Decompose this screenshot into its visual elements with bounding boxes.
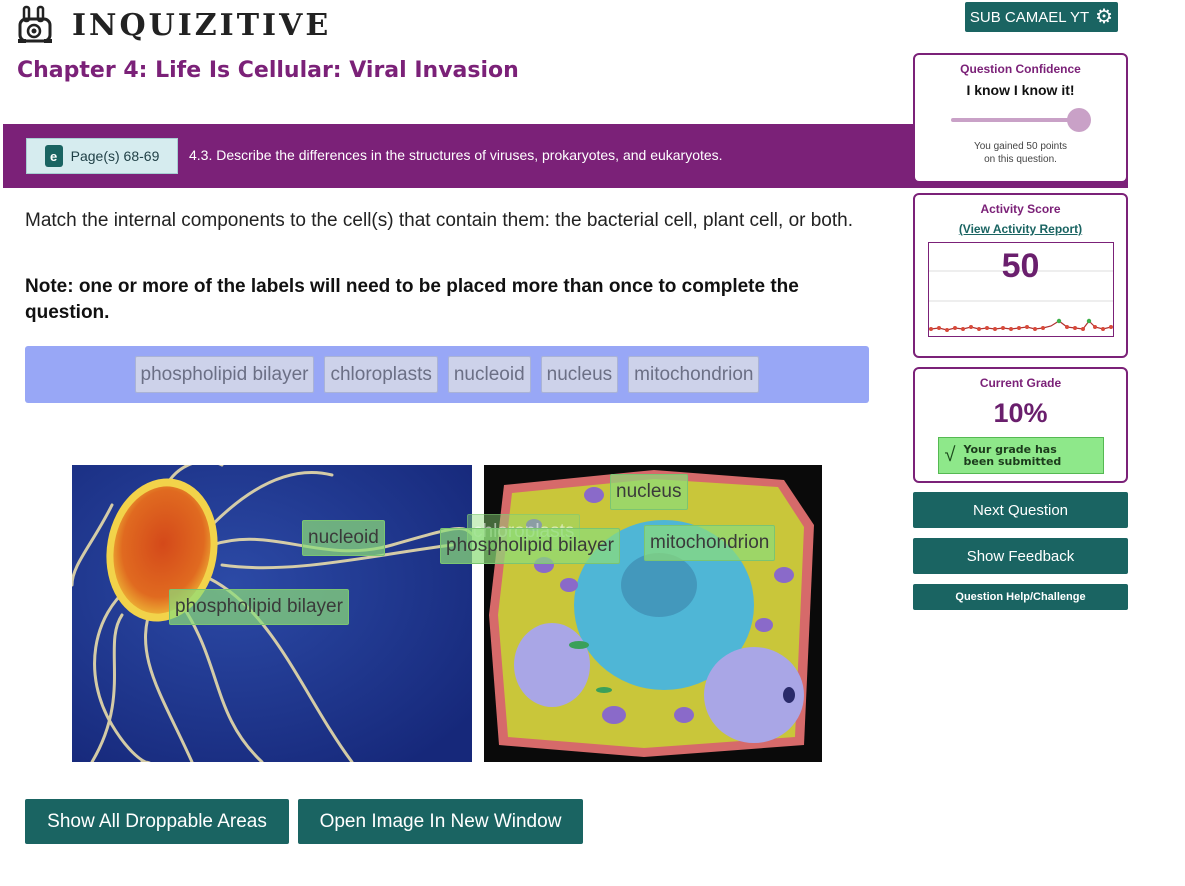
question-confidence-panel: Question Confidence I know I know it! Yo…	[913, 53, 1128, 183]
confidence-message: You gained 50 points on this question.	[915, 140, 1126, 166]
bank-label-chloroplasts[interactable]: chloroplasts	[324, 356, 438, 393]
gear-icon: ⚙	[1095, 6, 1114, 28]
mascot-icon	[18, 5, 52, 43]
submitted-text: Your grade has been submitted	[963, 442, 1062, 468]
ebook-icon: e	[44, 145, 63, 167]
confidence-value: I know I know it!	[966, 82, 1075, 98]
user-menu-button[interactable]: SUB CAMAEL YT ⚙	[965, 2, 1118, 32]
label-bank: phospholipid bilayer chloroplasts nucleo…	[25, 346, 869, 403]
bank-label-phospholipid-bilayer[interactable]: phospholipid bilayer	[134, 356, 315, 393]
placed-label-phospholipid-bilayer-bacterial[interactable]: phospholipid bilayer	[169, 589, 349, 625]
next-question-button[interactable]: Next Question	[913, 492, 1128, 528]
activity-score-value: 50	[1001, 247, 1040, 285]
grade-submitted-badge: √ Your grade has been submitted	[937, 437, 1104, 474]
activity-score-chart: 50	[927, 242, 1114, 337]
question-prompt: Match the internal components to the cel…	[25, 210, 853, 231]
bank-label-nucleoid[interactable]: nucleoid	[447, 356, 531, 393]
submitted-line2: been submitted	[963, 454, 1062, 468]
activity-score-panel: Activity Score (View Activity Report) 50	[913, 193, 1128, 358]
placed-label-nucleoid[interactable]: nucleoid	[302, 520, 385, 556]
slider-track	[950, 118, 1079, 122]
ebook-pages-button[interactable]: e Page(s) 68-69	[26, 138, 178, 174]
placed-label-phospholipid-bilayer-plant[interactable]: phospholipid bilayer	[440, 528, 620, 564]
learning-objective-text: 4.3. Describe the differences in the str…	[189, 147, 723, 163]
placed-label-nucleus[interactable]: nucleus	[610, 474, 688, 510]
open-image-new-window-button[interactable]: Open Image In New Window	[298, 799, 583, 844]
checkmark-icon: √	[944, 444, 956, 466]
bank-label-mitochondrion[interactable]: mitochondrion	[628, 356, 760, 393]
current-grade-panel: Current Grade 10% √ Your grade has been …	[913, 367, 1128, 483]
confidence-message-line2: on this question.	[984, 154, 1057, 165]
show-droppable-areas-button[interactable]: Show All Droppable Areas	[25, 799, 289, 844]
confidence-slider[interactable]	[950, 108, 1091, 132]
bank-label-nucleus[interactable]: nucleus	[540, 356, 619, 393]
logo-text: INQUIZITIVE	[72, 7, 332, 43]
slider-thumb[interactable]	[1066, 108, 1091, 132]
show-feedback-button[interactable]: Show Feedback	[913, 538, 1128, 574]
view-activity-report-link[interactable]: (View Activity Report)	[915, 222, 1126, 236]
user-name: SUB CAMAEL YT	[969, 8, 1090, 26]
confidence-title: Question Confidence	[960, 62, 1081, 76]
submitted-line1: Your grade has	[963, 442, 1057, 456]
current-grade-title: Current Grade	[979, 376, 1062, 390]
question-note: Note: one or more of the labels will nee…	[25, 276, 799, 323]
current-grade-value: 10%	[993, 398, 1048, 428]
chapter-title: Chapter 4: Life Is Cellular: Viral Invas…	[17, 58, 519, 83]
confidence-message-line1: You gained 50 points	[973, 141, 1068, 152]
placed-label-mitochondrion[interactable]: mitochondrion	[644, 525, 776, 561]
question-help-challenge-button[interactable]: Question Help/Challenge	[913, 584, 1128, 610]
pages-label: Page(s) 68-69	[70, 148, 160, 164]
inquizitive-logo: INQUIZITIVE	[16, 5, 331, 45]
activity-score-title: Activity Score	[980, 202, 1061, 216]
